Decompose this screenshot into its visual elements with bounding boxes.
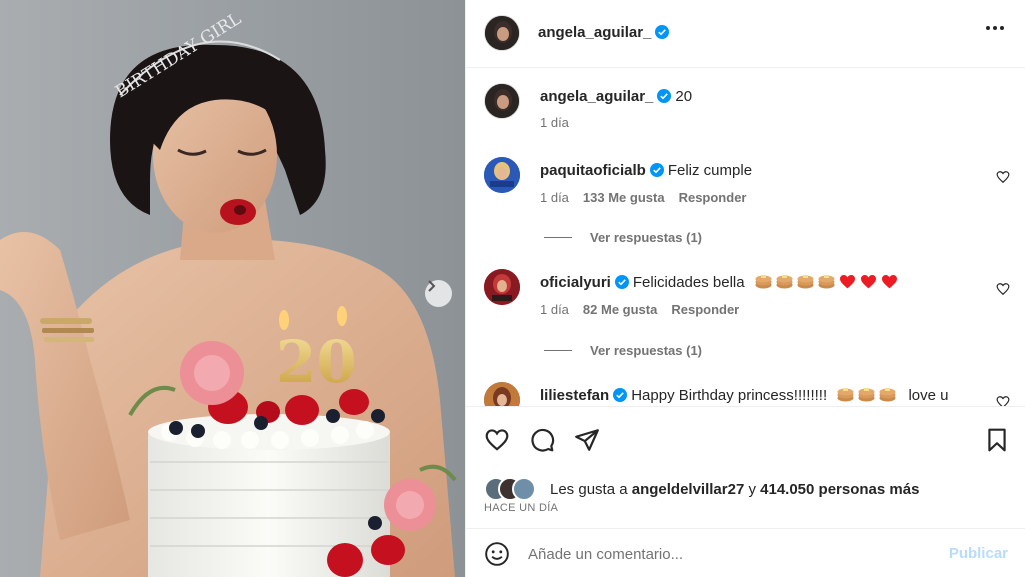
verified-badge-icon xyxy=(613,388,628,402)
likers-avatars[interactable] xyxy=(484,477,544,501)
liker-avatar xyxy=(512,477,536,501)
comment-username[interactable]: paquitaoficialb xyxy=(540,162,646,179)
comment-username[interactable]: oficialyuri xyxy=(540,274,611,291)
caption-meta: 1 día xyxy=(540,115,583,130)
comment-avatar[interactable] xyxy=(484,157,520,193)
avatar-photo xyxy=(484,382,520,406)
comment-icon[interactable] xyxy=(529,427,555,453)
pancakes-emoji-icon xyxy=(818,275,835,289)
cake-number-candles: 20 xyxy=(276,328,357,396)
caption-body: 20 xyxy=(675,88,693,105)
view-replies[interactable]: Ver respuestas (1) xyxy=(544,230,702,245)
reply-button[interactable]: Responder xyxy=(679,190,747,205)
like-comment-heart-icon[interactable] xyxy=(996,282,1010,296)
pancakes-emoji-icon xyxy=(755,275,772,289)
replies-line xyxy=(544,350,572,351)
comment-text: paquitaoficialb Feliz cumple xyxy=(540,162,752,179)
post-photo: BIRTHDAY GIRL 20 xyxy=(0,0,465,577)
likes-summary: Les gusta a angeldelvillar27 y 414.050 p… xyxy=(550,481,919,498)
reply-button[interactable]: Responder xyxy=(671,302,739,317)
comment-likes[interactable]: 133 Me gusta xyxy=(583,190,665,205)
save-bookmark-icon[interactable] xyxy=(984,427,1010,453)
replies-line xyxy=(544,237,572,238)
comment-time[interactable]: 1 día xyxy=(540,302,569,317)
comment-likes[interactable]: 82 Me gusta xyxy=(583,302,657,317)
view-replies-label: Ver respuestas (1) xyxy=(590,230,703,245)
like-comment-heart-icon[interactable] xyxy=(996,170,1010,184)
comments-list[interactable]: angela_aguilar_ 20 1 día paquitaoficialb F… xyxy=(466,69,1025,406)
comment-body-suffix: love u xyxy=(908,387,949,404)
comment-body: Feliz cumple xyxy=(667,162,753,179)
comment-text: oficialyuri Felicidades bella xyxy=(540,274,902,291)
pancakes-emoji-icon xyxy=(837,388,854,402)
verified-badge-icon xyxy=(657,89,672,103)
next-photo-button[interactable] xyxy=(425,280,452,307)
comment-username[interactable]: liliestefan xyxy=(540,387,609,404)
likes-count[interactable]: 414.050 personas más xyxy=(760,481,919,498)
red-heart-emoji-icon xyxy=(839,275,855,289)
red-heart-emoji-icon xyxy=(860,275,876,289)
comment-avatar[interactable] xyxy=(484,382,520,406)
like-heart-icon[interactable] xyxy=(484,427,510,453)
comment-time[interactable]: 1 día xyxy=(540,190,569,205)
pancakes-emoji-icon xyxy=(879,388,896,402)
emoji-smile-icon[interactable] xyxy=(484,541,510,567)
likes-prefix: Les gusta a xyxy=(550,481,628,498)
comment-meta: 1 día 133 Me gusta Responder xyxy=(540,190,760,205)
avatar-photo xyxy=(484,157,520,193)
post-sidebar: angela_aguilar_ angela_aguilar_ 20 1 día xyxy=(465,0,1025,577)
verified-badge-icon xyxy=(649,163,664,177)
post-actions: Les gusta a angeldelvillar27 y 414.050 p… xyxy=(466,406,1025,528)
view-replies[interactable]: Ver respuestas (1) xyxy=(544,343,702,358)
more-dot xyxy=(993,26,997,30)
comment-meta: 1 día 82 Me gusta Responder xyxy=(540,302,753,317)
emoji-group xyxy=(755,274,902,291)
author-username[interactable]: angela_aguilar_ xyxy=(538,24,651,41)
caption-time[interactable]: 1 día xyxy=(540,115,569,130)
more-dot xyxy=(1000,26,1004,30)
avatar-photo xyxy=(485,84,519,118)
comment-body: Felicidades bella xyxy=(632,274,745,291)
chevron-right-icon xyxy=(428,280,436,292)
avatar-photo xyxy=(485,16,519,50)
emoji-group xyxy=(837,387,904,404)
caption-avatar[interactable] xyxy=(484,83,520,119)
likes-connector: y xyxy=(748,481,756,498)
view-replies-label: Ver respuestas (1) xyxy=(590,343,703,358)
post-timestamp[interactable]: HACE UN DÍA xyxy=(484,502,558,514)
more-options-button[interactable] xyxy=(986,26,1004,30)
comment-input[interactable] xyxy=(528,541,928,567)
author-name-row: angela_aguilar_ xyxy=(538,24,670,42)
avatar-photo xyxy=(484,269,520,305)
more-dot xyxy=(986,26,990,30)
post-media[interactable]: BIRTHDAY GIRL 20 xyxy=(0,0,465,577)
comment-body: Happy Birthday princess!!!!!!!! xyxy=(631,387,828,404)
add-comment-bar: Publicar xyxy=(466,528,1025,577)
author-avatar[interactable] xyxy=(484,15,520,51)
comment-text: liliestefan Happy Birthday princess!!!!!!… xyxy=(540,387,949,404)
pancakes-emoji-icon xyxy=(797,275,814,289)
like-comment-heart-icon[interactable] xyxy=(996,395,1010,406)
caption-username[interactable]: angela_aguilar_ xyxy=(540,88,653,105)
red-heart-emoji-icon xyxy=(881,275,897,289)
pancakes-emoji-icon xyxy=(858,388,875,402)
publish-button[interactable]: Publicar xyxy=(949,545,1008,562)
post-header: angela_aguilar_ xyxy=(466,0,1025,68)
caption-text: angela_aguilar_ 20 xyxy=(540,88,692,105)
verified-badge-icon xyxy=(655,25,670,39)
pancakes-emoji-icon xyxy=(776,275,793,289)
verified-badge-icon xyxy=(614,275,629,289)
comment-avatar[interactable] xyxy=(484,269,520,305)
share-send-icon[interactable] xyxy=(574,427,600,453)
likes-user[interactable]: angeldelvillar27 xyxy=(632,481,745,498)
